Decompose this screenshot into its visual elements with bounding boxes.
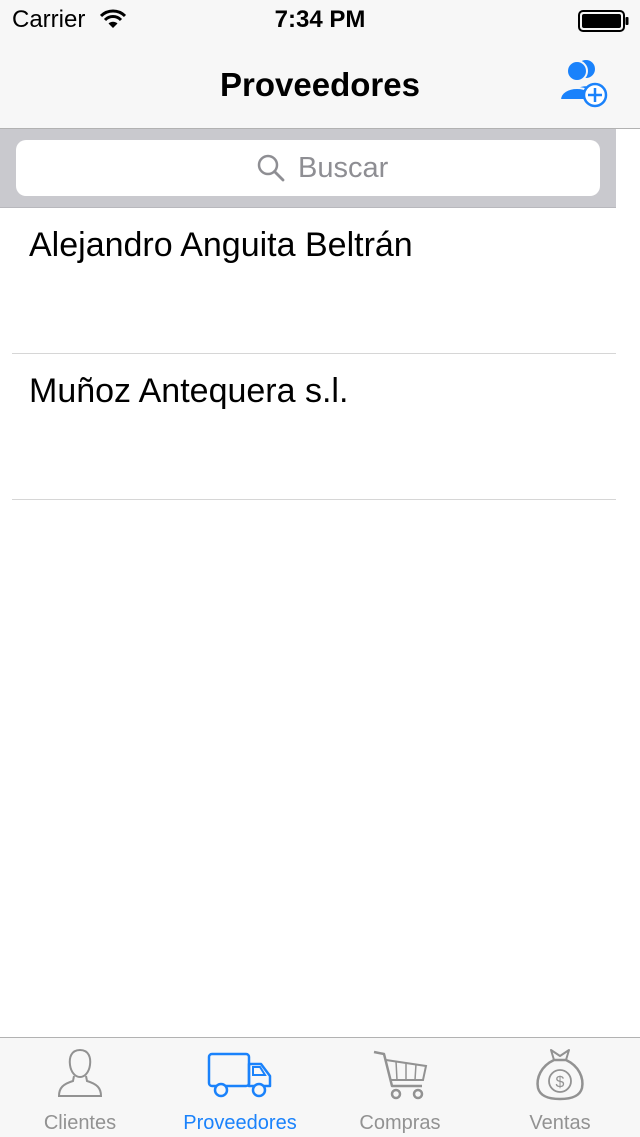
tab-ventas[interactable]: $ Ventas xyxy=(480,1038,640,1137)
tab-label: Clientes xyxy=(43,1112,117,1134)
battery-icon xyxy=(578,10,629,32)
provider-list: Alejandro Anguita Beltrán Muñoz Antequer… xyxy=(0,208,616,500)
tab-bar: Clientes Proveedores Compras $ Ventas xyxy=(0,1037,640,1137)
list-item[interactable]: Alejandro Anguita Beltrán xyxy=(12,208,616,354)
person-icon xyxy=(57,1048,103,1097)
tab-label: Proveedores xyxy=(183,1112,297,1134)
provider-name: Alejandro Anguita Beltrán xyxy=(29,226,413,264)
list-item[interactable]: Muñoz Antequera s.l. xyxy=(12,354,616,500)
add-provider-button[interactable] xyxy=(556,56,612,112)
search-icon xyxy=(257,154,285,182)
status-bar: Carrier 7:34 PM xyxy=(0,0,640,40)
provider-name: Muñoz Antequera s.l. xyxy=(29,372,349,410)
tab-proveedores[interactable]: Proveedores xyxy=(160,1038,320,1137)
cart-icon xyxy=(373,1050,428,1100)
tab-clientes[interactable]: Clientes xyxy=(0,1038,160,1137)
add-contact-icon xyxy=(558,60,608,108)
tab-label: Compras xyxy=(359,1112,441,1134)
clock: 7:34 PM xyxy=(274,6,366,33)
search-field[interactable] xyxy=(16,140,600,196)
money-bag-icon: $ xyxy=(536,1049,584,1101)
search-input[interactable] xyxy=(298,148,578,188)
svg-text:$: $ xyxy=(556,1074,565,1091)
navigation-bar: Proveedores xyxy=(0,40,640,129)
search-bar xyxy=(0,129,616,208)
tab-label: Ventas xyxy=(529,1112,591,1134)
page-title: Proveedores xyxy=(220,66,420,103)
truck-icon xyxy=(207,1052,272,1098)
tab-compras[interactable]: Compras xyxy=(320,1038,480,1137)
